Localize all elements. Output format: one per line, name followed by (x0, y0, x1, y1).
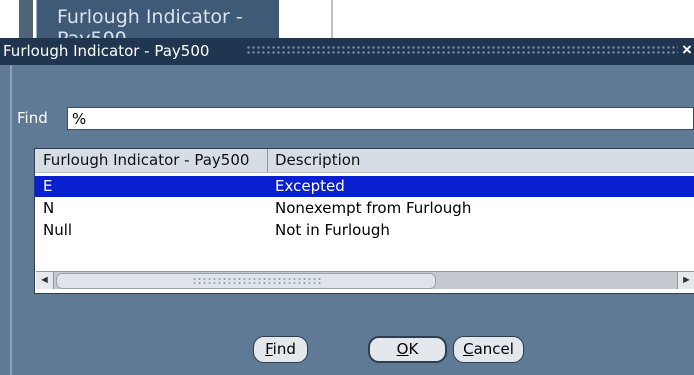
column-divider[interactable] (267, 149, 268, 172)
column-header-code[interactable]: Furlough Indicator - Pay500 (43, 151, 249, 169)
background-window: Furlough Indicator - Pay500 (0, 0, 694, 50)
find-button-label: ind (272, 340, 296, 358)
list-row[interactable]: Null Not in Furlough (35, 220, 694, 241)
ok-mnemonic: O (396, 340, 409, 358)
ok-button-label: K (408, 340, 419, 358)
background-strip (19, 0, 33, 40)
scroll-right-arrow-icon[interactable]: ► (677, 272, 694, 289)
list-header: Furlough Indicator - Pay500 Description (35, 149, 694, 173)
find-button[interactable]: Find (253, 336, 308, 363)
scroll-thumb-grip (192, 277, 322, 285)
close-icon[interactable]: × (682, 40, 692, 60)
list-row[interactable]: N Nonexempt from Furlough (35, 198, 694, 219)
background-area (333, 0, 694, 40)
dialog-title: Furlough Indicator - Pay500 (3, 42, 210, 60)
background-box (279, 0, 333, 38)
cancel-button[interactable]: Cancel (453, 336, 524, 363)
find-mnemonic: F (265, 340, 273, 358)
row-description: Excepted (275, 177, 345, 195)
horizontal-scrollbar[interactable]: ◄ ► (36, 271, 694, 289)
ok-button[interactable]: OK (368, 336, 447, 363)
cancel-mnemonic: C (463, 340, 474, 358)
scroll-left-arrow-icon[interactable]: ◄ (36, 272, 54, 289)
row-code: Null (43, 221, 73, 239)
title-bar-grip (246, 45, 678, 56)
dialog-left-rule (10, 65, 12, 375)
find-input[interactable] (67, 107, 694, 130)
find-label: Find (17, 109, 48, 127)
row-description: Not in Furlough (275, 221, 390, 239)
background-field[interactable]: Furlough Indicator - Pay500 (36, 0, 279, 50)
list-row[interactable]: E Excepted (35, 176, 694, 197)
results-list: Furlough Indicator - Pay500 Description … (34, 148, 694, 294)
lov-dialog: Furlough Indicator - Pay500 × Find Furlo… (0, 38, 694, 375)
scroll-thumb[interactable] (56, 273, 436, 289)
column-header-description[interactable]: Description (275, 151, 360, 169)
title-bar[interactable]: Furlough Indicator - Pay500 × (0, 38, 694, 65)
row-code: N (43, 199, 55, 217)
row-code: E (43, 177, 53, 195)
cancel-button-label: ancel (473, 340, 514, 358)
row-description: Nonexempt from Furlough (275, 199, 472, 217)
